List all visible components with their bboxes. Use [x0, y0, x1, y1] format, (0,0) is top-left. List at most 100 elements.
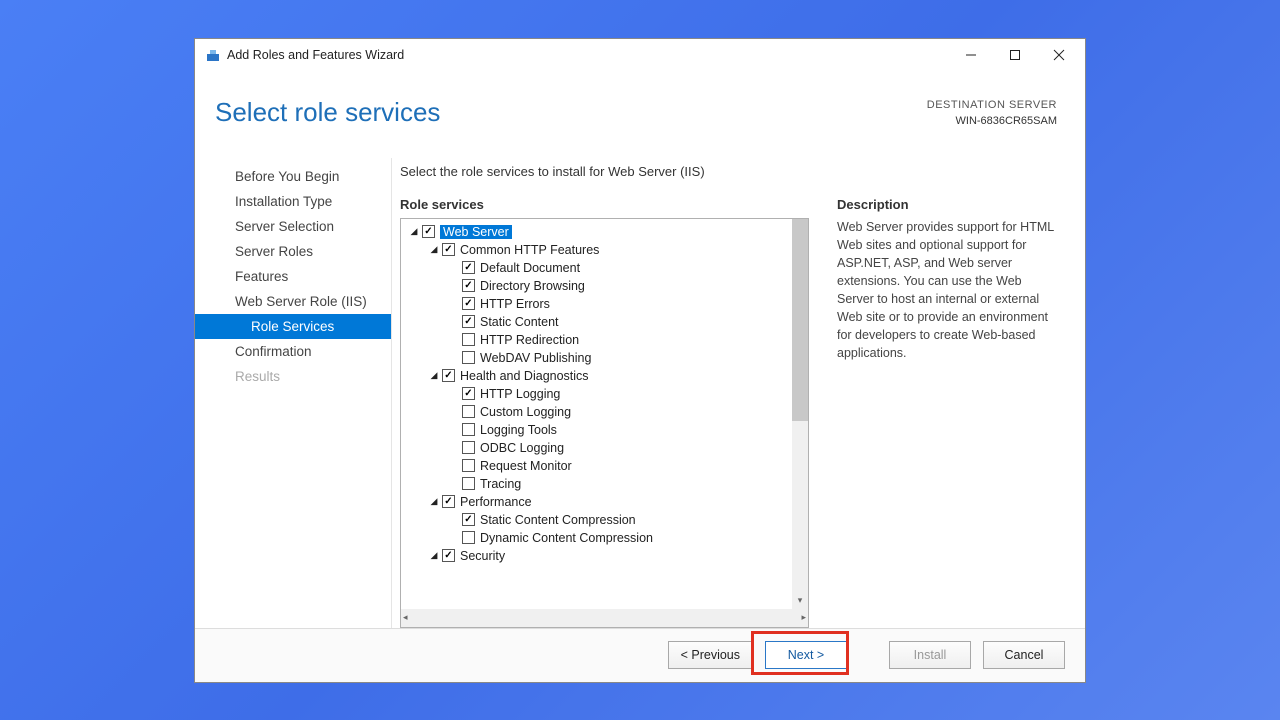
- tree-item-label: Security: [460, 549, 505, 563]
- checkbox[interactable]: [462, 405, 475, 418]
- vertical-scrollbar-thumb[interactable]: [792, 219, 808, 422]
- tree-item-label: HTTP Errors: [480, 297, 550, 311]
- nav-step-2[interactable]: Server Selection: [195, 214, 391, 239]
- nav-step-6[interactable]: Role Services: [195, 314, 391, 339]
- checkbox[interactable]: [442, 243, 455, 256]
- checkbox[interactable]: [462, 315, 475, 328]
- nav-step-0[interactable]: Before You Begin: [195, 164, 391, 189]
- destination-server-name: WIN-6836CR65SAM: [927, 113, 1057, 130]
- checkbox[interactable]: [462, 477, 475, 490]
- tree-item-label: HTTP Logging: [480, 387, 560, 401]
- tree-item-label: Static Content Compression: [480, 513, 636, 527]
- tree-item-label: Request Monitor: [480, 459, 572, 473]
- tree-item-label: Static Content: [480, 315, 559, 329]
- expander-icon[interactable]: ◢: [409, 227, 419, 237]
- close-button[interactable]: [1037, 40, 1081, 70]
- vertical-scrollbar-down[interactable]: ▾: [792, 593, 808, 609]
- tree-item-18[interactable]: ◢ Security: [401, 547, 808, 565]
- nav-step-5[interactable]: Web Server Role (IIS): [195, 289, 391, 314]
- tree-item-0[interactable]: ◢ Web Server: [401, 223, 808, 241]
- install-button[interactable]: Install: [889, 641, 971, 669]
- destination-info: DESTINATION SERVER WIN-6836CR65SAM: [927, 97, 1057, 130]
- nav-step-3[interactable]: Server Roles: [195, 239, 391, 264]
- checkbox[interactable]: [462, 423, 475, 436]
- next-button[interactable]: Next >: [765, 641, 847, 669]
- tree-item-label: Custom Logging: [480, 405, 571, 419]
- checkbox[interactable]: [462, 279, 475, 292]
- checkbox[interactable]: [422, 225, 435, 238]
- tree-item-6[interactable]: HTTP Redirection: [401, 331, 808, 349]
- checkbox[interactable]: [462, 459, 475, 472]
- description-heading: Description: [837, 197, 1057, 212]
- horizontal-scrollbar[interactable]: ◂ ▸: [401, 609, 808, 627]
- nav-step-7[interactable]: Confirmation: [195, 339, 391, 364]
- checkbox[interactable]: [462, 297, 475, 310]
- tree-item-3[interactable]: Directory Browsing: [401, 277, 808, 295]
- tree-item-14[interactable]: Tracing: [401, 475, 808, 493]
- tree-item-7[interactable]: WebDAV Publishing: [401, 349, 808, 367]
- tree-item-label: Directory Browsing: [480, 279, 585, 293]
- tree-item-4[interactable]: HTTP Errors: [401, 295, 808, 313]
- tree-item-8[interactable]: ◢ Health and Diagnostics: [401, 367, 808, 385]
- nav-step-4[interactable]: Features: [195, 264, 391, 289]
- tree-item-label: HTTP Redirection: [480, 333, 579, 347]
- description-column: Description Web Server provides support …: [837, 197, 1057, 628]
- cancel-button[interactable]: Cancel: [983, 641, 1065, 669]
- tree-item-11[interactable]: Logging Tools: [401, 421, 808, 439]
- tree-item-label: Default Document: [480, 261, 580, 275]
- nav-step-1[interactable]: Installation Type: [195, 189, 391, 214]
- checkbox[interactable]: [442, 369, 455, 382]
- tree-item-13[interactable]: Request Monitor: [401, 457, 808, 475]
- description-text: Web Server provides support for HTML Web…: [837, 218, 1057, 363]
- tree-item-16[interactable]: Static Content Compression: [401, 511, 808, 529]
- expander-icon[interactable]: ◢: [429, 551, 439, 561]
- tree-item-5[interactable]: Static Content: [401, 313, 808, 331]
- page-title: Select role services: [215, 97, 927, 128]
- scroll-left-icon[interactable]: ◂: [403, 612, 408, 623]
- checkbox[interactable]: [462, 441, 475, 454]
- tree-item-label: WebDAV Publishing: [480, 351, 591, 365]
- tree-item-label: Common HTTP Features: [460, 243, 599, 257]
- tree-item-label: Logging Tools: [480, 423, 557, 437]
- maximize-button[interactable]: [993, 40, 1037, 70]
- previous-button[interactable]: < Previous: [668, 641, 753, 669]
- tree-item-label: ODBC Logging: [480, 441, 564, 455]
- window-controls: [949, 40, 1081, 70]
- scroll-right-icon[interactable]: ▸: [801, 612, 806, 623]
- checkbox[interactable]: [462, 513, 475, 526]
- footer: < Previous Next > Install Cancel: [195, 628, 1085, 682]
- role-services-tree: ◢Web Server◢Common HTTP FeaturesDefault …: [400, 218, 809, 628]
- nav-step-8: Results: [195, 364, 391, 389]
- tree-item-label: Performance: [460, 495, 532, 509]
- expander-icon[interactable]: ◢: [429, 371, 439, 381]
- tree-item-1[interactable]: ◢ Common HTTP Features: [401, 241, 808, 259]
- tree-item-9[interactable]: HTTP Logging: [401, 385, 808, 403]
- tree-item-label: Dynamic Content Compression: [480, 531, 653, 545]
- tree-item-2[interactable]: Default Document: [401, 259, 808, 277]
- checkbox[interactable]: [442, 549, 455, 562]
- header: Select role services DESTINATION SERVER …: [195, 73, 1085, 130]
- app-icon: [205, 47, 221, 63]
- role-services-column: Role services ◢Web Server◢Common HTTP Fe…: [400, 197, 809, 628]
- window-title: Add Roles and Features Wizard: [227, 48, 949, 62]
- checkbox[interactable]: [462, 531, 475, 544]
- tree-item-12[interactable]: ODBC Logging: [401, 439, 808, 457]
- tree-item-10[interactable]: Custom Logging: [401, 403, 808, 421]
- role-services-heading: Role services: [400, 197, 809, 212]
- tree-item-15[interactable]: ◢ Performance: [401, 493, 808, 511]
- tree-item-label: Web Server: [440, 225, 512, 239]
- vertical-scrollbar-track[interactable]: [792, 219, 808, 609]
- checkbox[interactable]: [462, 387, 475, 400]
- expander-icon[interactable]: ◢: [429, 245, 439, 255]
- wizard-steps-sidebar: Before You BeginInstallation TypeServer …: [195, 158, 391, 628]
- expander-icon[interactable]: ◢: [429, 497, 439, 507]
- tree-item-label: Tracing: [480, 477, 521, 491]
- minimize-button[interactable]: [949, 40, 993, 70]
- tree-item-label: Health and Diagnostics: [460, 369, 589, 383]
- wizard-window: Add Roles and Features Wizard Select rol…: [194, 38, 1086, 683]
- tree-item-17[interactable]: Dynamic Content Compression: [401, 529, 808, 547]
- checkbox[interactable]: [442, 495, 455, 508]
- checkbox[interactable]: [462, 351, 475, 364]
- checkbox[interactable]: [462, 261, 475, 274]
- checkbox[interactable]: [462, 333, 475, 346]
